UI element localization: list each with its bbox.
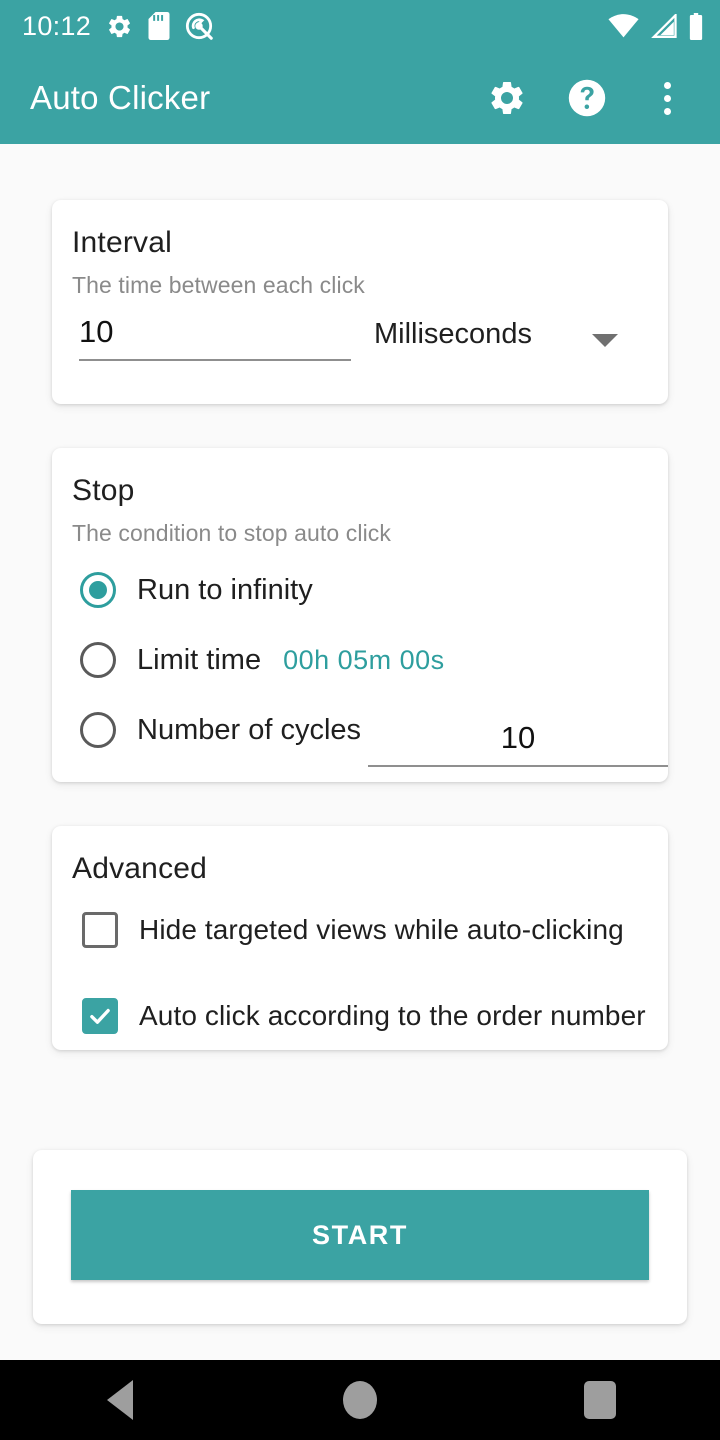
stop-card: Stop The condition to stop auto click Ru…: [52, 448, 668, 782]
radio-label-limit-time: Limit time: [137, 643, 262, 676]
battery-icon: [689, 12, 703, 40]
overflow-menu-button[interactable]: [646, 77, 688, 119]
interval-row: 10 Milliseconds: [52, 314, 668, 374]
stop-option-limit-time[interactable]: Limit time 00h 05m 00s: [80, 642, 445, 678]
wifi-icon: [608, 14, 639, 38]
stop-title: Stop: [72, 474, 135, 507]
stop-option-number-of-cycles[interactable]: Number of cycles 10: [80, 712, 668, 767]
cycles-value-text: 10: [500, 720, 536, 755]
start-button-label: START: [312, 1219, 408, 1250]
radio-label-number-of-cycles: Number of cycles: [137, 713, 362, 746]
status-bar: 10:12: [0, 0, 720, 52]
gear-icon: [109, 15, 131, 37]
limit-time-value[interactable]: 00h 05m 00s: [283, 645, 445, 676]
check-icon: [90, 1008, 110, 1024]
chevron-down-icon[interactable]: [592, 334, 618, 347]
stop-subtitle: The condition to stop auto click: [72, 520, 391, 546]
stop-option-run-to-infinity[interactable]: Run to infinity: [80, 572, 313, 608]
interval-value-input[interactable]: 10: [79, 314, 351, 361]
cycles-value-input[interactable]: 10: [368, 720, 668, 767]
page-title: Auto Clicker: [30, 79, 211, 116]
advanced-title: Advanced: [72, 852, 208, 885]
radio-limit-time[interactable]: [80, 642, 116, 678]
help-button[interactable]: [566, 77, 608, 119]
start-card: START: [33, 1150, 687, 1324]
interval-card: Interval The time between each click 10 …: [52, 200, 668, 404]
nav-recents-button[interactable]: [545, 1360, 655, 1440]
home-icon: [343, 1381, 377, 1419]
app-bar: Auto Clicker: [0, 52, 720, 144]
main-content: Interval The time between each click 10 …: [0, 144, 720, 1360]
interval-unit-label: Milliseconds: [374, 318, 532, 350]
advanced-option-auto-click-order[interactable]: Auto click according to the order number: [82, 998, 646, 1034]
status-bar-left: 10:12: [22, 11, 213, 42]
android-nav-bar: [0, 1360, 720, 1440]
checkbox-hide-targeted-views[interactable]: [82, 912, 118, 948]
advanced-card: Advanced Hide targeted views while auto-…: [52, 826, 668, 1050]
help-circle-icon: [568, 79, 606, 117]
gear-icon: [491, 81, 523, 114]
nav-home-button[interactable]: [305, 1360, 415, 1440]
interval-value-text: 10: [79, 314, 114, 349]
more-vertical-icon: [663, 81, 671, 115]
back-icon: [107, 1380, 133, 1420]
checkbox-label-hide-targeted-views: Hide targeted views while auto-clicking: [139, 914, 624, 945]
start-button[interactable]: START: [71, 1190, 649, 1280]
checkbox-label-auto-click-order: Auto click according to the order number: [139, 1000, 646, 1031]
settings-button[interactable]: [486, 77, 528, 119]
radio-label-run-to-infinity: Run to infinity: [137, 573, 313, 606]
interval-subtitle: The time between each click: [72, 272, 365, 298]
status-bar-right: [608, 12, 704, 40]
radio-number-of-cycles[interactable]: [80, 712, 116, 748]
screen-record-icon: [186, 12, 213, 40]
app-bar-actions: [486, 77, 700, 119]
checkbox-auto-click-order[interactable]: [82, 998, 118, 1034]
sd-card-icon: [148, 12, 170, 40]
cell-signal-icon: [651, 14, 677, 38]
radio-run-to-infinity[interactable]: [80, 572, 116, 608]
nav-back-button[interactable]: [65, 1360, 175, 1440]
advanced-option-hide-targeted-views[interactable]: Hide targeted views while auto-clicking: [82, 912, 624, 948]
recents-icon: [584, 1381, 616, 1419]
status-bar-clock: 10:12: [22, 10, 92, 41]
interval-title: Interval: [72, 226, 172, 259]
interval-unit-dropdown[interactable]: Milliseconds: [374, 318, 532, 351]
